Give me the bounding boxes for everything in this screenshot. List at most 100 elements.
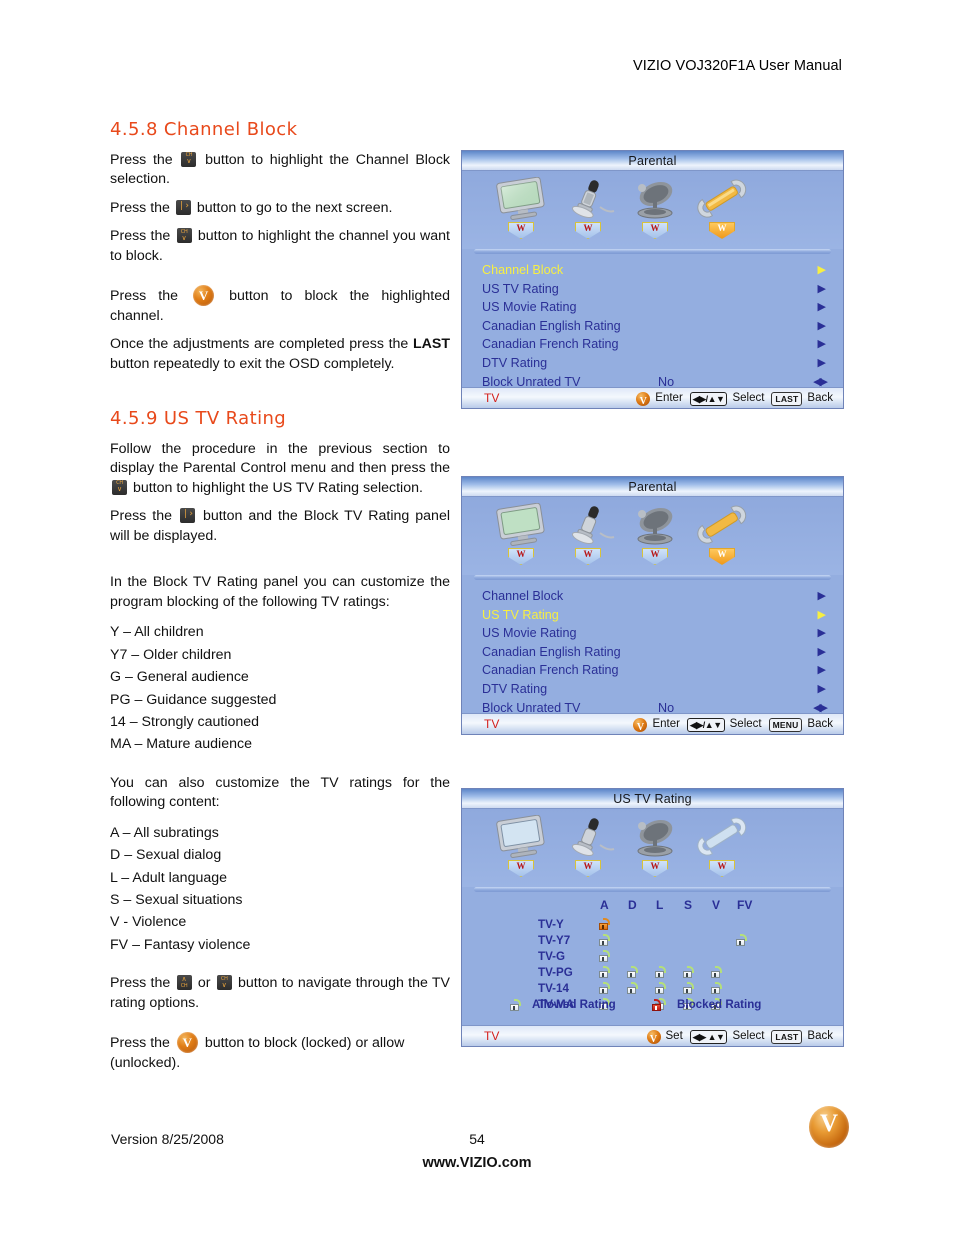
right-arrow-button-icon: ❘› bbox=[179, 508, 195, 524]
last-key-icon: LAST bbox=[771, 391, 803, 406]
grid-row-label: TV-Y bbox=[538, 918, 564, 931]
osd-us-tv-rating-grid[interactable]: US TV Rating W W W W A D L S V FV TV-Y T… bbox=[461, 788, 844, 1047]
osd-menu-item[interactable]: DTV Rating ▶ bbox=[462, 354, 843, 373]
osd-title: Parental bbox=[462, 477, 843, 497]
osd-tab-satellite-dish[interactable]: W bbox=[620, 177, 690, 239]
grid-lock-cell-tv14-d[interactable] bbox=[627, 982, 639, 994]
grid-lock-cell-tvpg-s[interactable] bbox=[683, 966, 695, 978]
chevron-right-icon: ▶ bbox=[817, 356, 826, 369]
paragraph-459-5: Press the ∧ CH or CH ∨ button to navigate … bbox=[110, 975, 451, 1011]
manual-page: VIZIO VOJ320F1A User Manual 4.5.8 Channe… bbox=[0, 0, 954, 1235]
grid-lock-cell-tvpg-v[interactable] bbox=[711, 966, 723, 978]
osd-set-label: Set bbox=[665, 1030, 683, 1042]
grid-lock-cell-tv14-a[interactable] bbox=[599, 982, 611, 994]
dpad-icon: ◀▶ ▲▼ bbox=[689, 1029, 728, 1044]
osd-tab-tv-monitor[interactable]: W bbox=[486, 176, 556, 239]
osd-tab-tv-monitor[interactable]: W bbox=[486, 502, 556, 565]
osd-menu-list[interactable]: Channel Block ▶ US TV Rating ▶ US Movie Ra… bbox=[462, 254, 843, 408]
osd-status-bar: TV Enter ◀▶/▲▼ Select MENU Back bbox=[462, 713, 843, 734]
microphone-icon bbox=[553, 177, 623, 221]
grid-lock-cell-tvy7-fv[interactable] bbox=[736, 934, 748, 946]
list-item: 14 – Strongly cautioned bbox=[110, 714, 260, 730]
ch-down-button-icon: CH ∨ bbox=[181, 151, 197, 167]
osd-menu-list[interactable]: Channel Block ▶ US TV Rating ▶ US Movie Ra… bbox=[462, 580, 843, 734]
grid-lock-cell-tv14-l[interactable] bbox=[655, 982, 667, 994]
osd-tab-satellite-dish[interactable]: W bbox=[620, 503, 690, 565]
osd-tab-bar[interactable]: W W W W bbox=[462, 497, 843, 575]
tv-rating-grid[interactable]: A D L S V FV TV-Y TV-Y7 TV-G TV-PG TV-14… bbox=[462, 892, 843, 1037]
grid-lock-cell-tvy7-a[interactable] bbox=[599, 934, 611, 946]
grid-lock-cell-tvg-a[interactable] bbox=[599, 950, 611, 962]
osd-tab-microphone[interactable]: W bbox=[553, 177, 623, 239]
osd-tab-badge: W bbox=[709, 860, 735, 877]
paragraph-459-1: Follow the procedure in the previous sec… bbox=[110, 440, 450, 496]
osd-menu-item[interactable]: US TV Rating ▶ bbox=[462, 280, 843, 299]
osd-menu-item[interactable]: US Movie Rating ▶ bbox=[462, 624, 843, 643]
osd-tab-wrench-tool[interactable]: W bbox=[687, 177, 757, 239]
grid-lock-cell-tv14-v[interactable] bbox=[711, 982, 723, 994]
osd-tab-badge: W bbox=[575, 860, 601, 877]
osd-menu-label: Canadian English Rating bbox=[482, 644, 621, 659]
ch-up-button-icon: ∧ CH bbox=[176, 975, 192, 991]
osd-tab-tv-monitor[interactable]: W bbox=[486, 814, 556, 877]
osd-menu-item[interactable]: Canadian English Rating ▶ bbox=[462, 317, 843, 336]
osd-menu-item[interactable]: Channel Block ▶ bbox=[462, 261, 843, 280]
osd-tab-bar[interactable]: W W W W bbox=[462, 809, 843, 887]
list-item: Y7 – Older children bbox=[110, 646, 232, 663]
osd-menu-label: Channel Block bbox=[482, 263, 564, 277]
grid-lock-cell-tv14-s[interactable] bbox=[683, 982, 695, 994]
osd-tab-satellite-dish[interactable]: W bbox=[620, 815, 690, 877]
osd-key-hints: Enter ◀▶/▲▼ Select LAST Back bbox=[636, 388, 833, 408]
list-item: MA – Mature audience bbox=[110, 736, 252, 753]
chevron-right-icon: ▶ bbox=[817, 338, 826, 351]
v-button-icon bbox=[636, 391, 651, 408]
osd-tab-bar[interactable]: W W W W bbox=[462, 171, 843, 249]
osd-parental-channel-block[interactable]: Parental W W W W Channel Block ▶ US TV R… bbox=[461, 150, 844, 409]
osd-menu-item[interactable]: US Movie Rating ▶ bbox=[462, 298, 843, 317]
osd-tab-wrench-tool[interactable]: W bbox=[687, 503, 757, 565]
wrench-tool-icon bbox=[687, 503, 757, 547]
osd-source-label: TV bbox=[484, 391, 500, 405]
chevron-right-icon: ▶ bbox=[817, 627, 826, 640]
osd-status-bar: TV Set ◀▶ ▲▼ Select LAST Back bbox=[462, 1025, 843, 1046]
osd-tab-badge-active: W bbox=[709, 548, 735, 565]
osd-menu-item[interactable]: Canadian French Rating ▶ bbox=[462, 335, 843, 354]
osd-menu-item[interactable]: Canadian French Rating ▶ bbox=[462, 661, 843, 680]
osd-key-hints: Set ◀▶ ▲▼ Select LAST Back bbox=[646, 1026, 833, 1046]
osd-parental-us-tv-rating[interactable]: Parental W W W W Channel Block ▶ US TV R… bbox=[461, 476, 844, 735]
osd-tab-wrench-tool[interactable]: W bbox=[687, 815, 757, 877]
legend-allowed-label: Allowed Rating bbox=[532, 998, 616, 1011]
grid-col-header: D bbox=[628, 898, 637, 912]
chevron-right-icon: ▶ bbox=[817, 301, 826, 314]
paragraph-459-2: Press the ❘› button and the Block TV Rat… bbox=[110, 508, 450, 544]
grid-row-label: TV-PG bbox=[538, 966, 573, 979]
ch-down-button-icon: CH ∨ bbox=[176, 228, 192, 244]
osd-select-label: Select bbox=[729, 718, 762, 730]
grid-row-label: TV-14 bbox=[538, 982, 569, 995]
osd-tab-microphone[interactable]: W bbox=[553, 815, 623, 877]
list-item: S – Sexual situations bbox=[110, 892, 243, 909]
osd-tab-badge: W bbox=[508, 860, 534, 877]
osd-menu-item[interactable]: DTV Rating ▶ bbox=[462, 680, 843, 699]
osd-back-label: Back bbox=[807, 718, 833, 730]
osd-tab-microphone[interactable]: W bbox=[553, 503, 623, 565]
grid-col-header: A bbox=[600, 898, 609, 912]
grid-lock-cell-tvpg-d[interactable] bbox=[627, 966, 639, 978]
osd-tab-badge: W bbox=[642, 222, 668, 239]
osd-tab-badge: W bbox=[575, 548, 601, 565]
grid-lock-cell-tvpg-a[interactable] bbox=[599, 966, 611, 978]
grid-lock-cell-tvy-a[interactable] bbox=[599, 918, 611, 930]
locked-padlock-icon bbox=[652, 999, 664, 1011]
wrench-tool-icon bbox=[687, 815, 757, 859]
grid-legend: Allowed Rating Blocked Rating bbox=[462, 998, 843, 1014]
osd-menu-label: US Movie Rating bbox=[482, 300, 577, 315]
document-header: VIZIO VOJ320F1A User Manual bbox=[632, 58, 842, 74]
osd-menu-item[interactable]: Channel Block ▶ bbox=[462, 587, 843, 606]
osd-menu-item[interactable]: US TV Rating ▶ bbox=[462, 606, 843, 625]
list-item: V - Violence bbox=[110, 914, 187, 931]
grid-lock-cell-tvpg-l[interactable] bbox=[655, 966, 667, 978]
osd-tab-badge-active: W bbox=[709, 222, 735, 239]
grid-col-header: L bbox=[656, 898, 664, 912]
osd-menu-item[interactable]: Canadian English Rating ▶ bbox=[462, 643, 843, 662]
paragraph-459-4: You can also customize the TV ratings fo… bbox=[110, 774, 450, 811]
